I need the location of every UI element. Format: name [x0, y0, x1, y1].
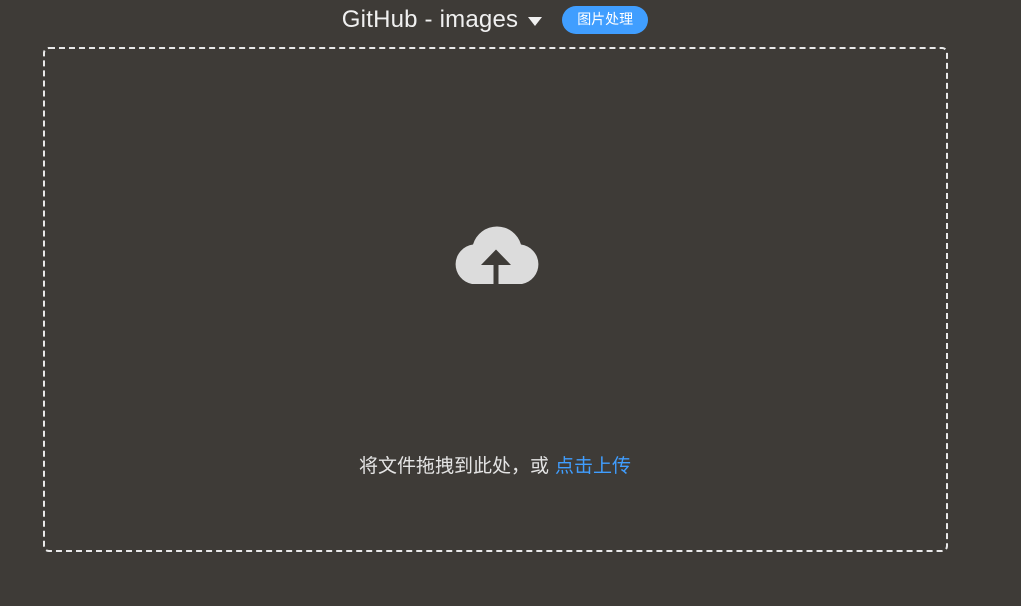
upload-link[interactable]: 点击上传 — [555, 455, 631, 477]
picbed-selector[interactable]: GitHub - images — [342, 6, 543, 34]
cloud-upload-icon[interactable] — [452, 218, 542, 286]
caret-down-icon[interactable] — [528, 16, 543, 26]
dropzone-hint: 将文件拖拽到此处，或 点击上传 — [0, 451, 990, 478]
dropzone-hint-text: 将文件拖拽到此处，或 — [358, 455, 556, 477]
image-process-button[interactable]: 图片处理 — [562, 6, 649, 34]
picbed-title[interactable]: GitHub - images — [342, 6, 518, 34]
header: GitHub - images 图片处理 — [0, 4, 990, 36]
